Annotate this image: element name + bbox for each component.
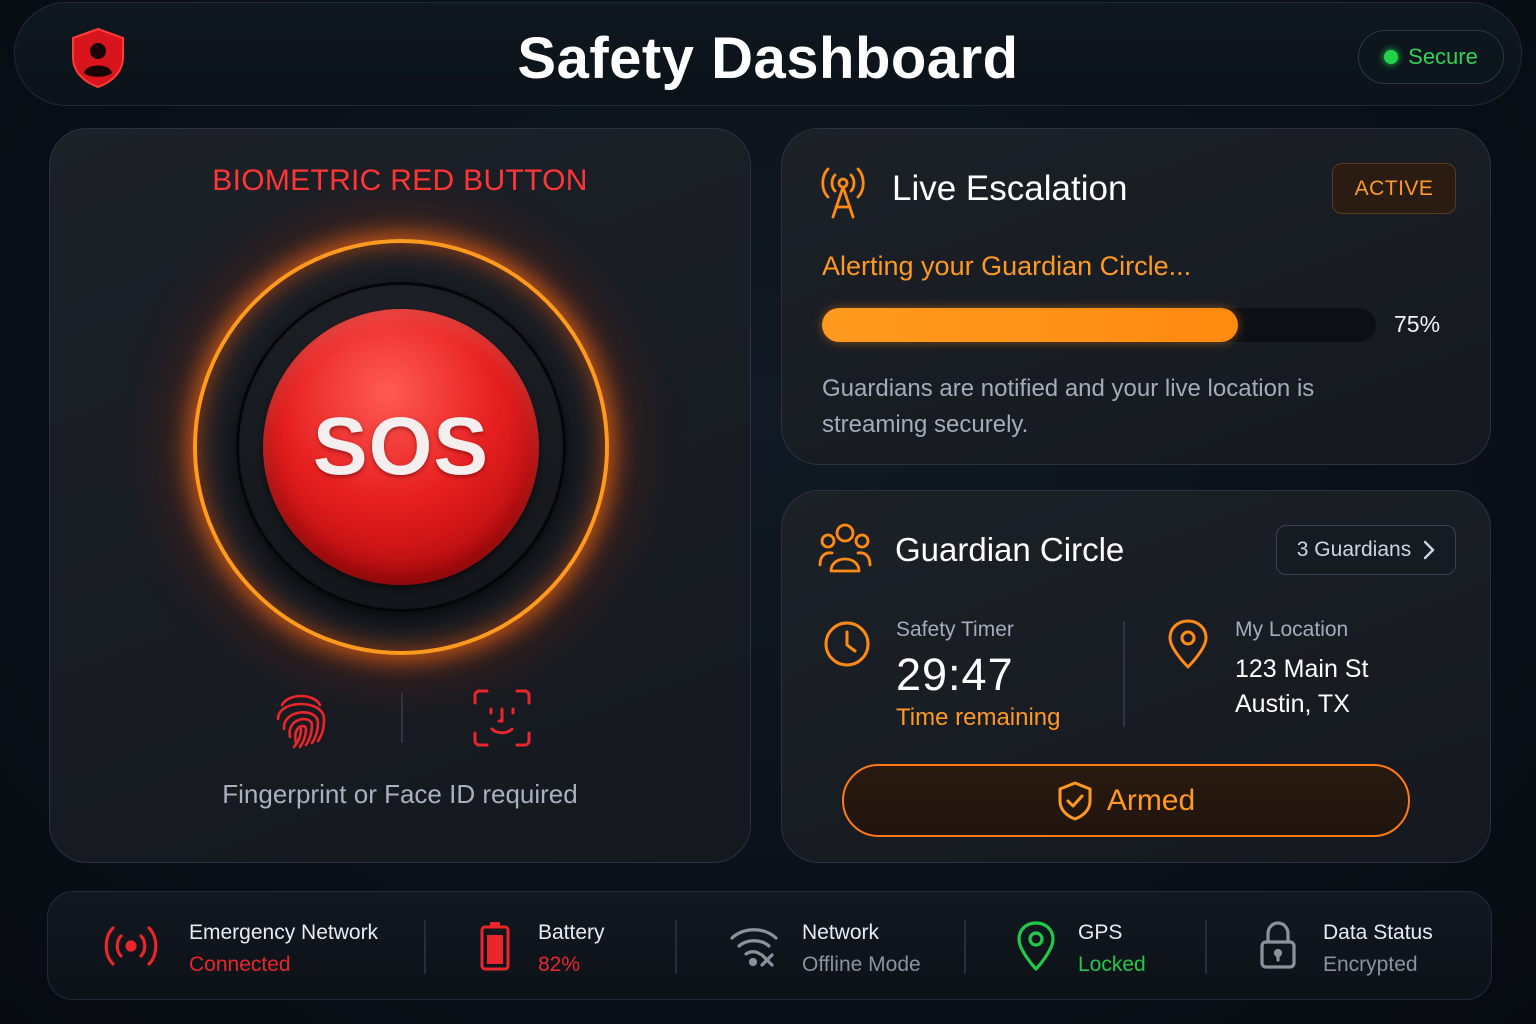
biometric-caption: Fingerprint or Face ID required — [222, 779, 578, 809]
wifi-off-icon — [730, 928, 778, 967]
location-city: Austin, TX — [1235, 690, 1350, 718]
status-value: 82% — [538, 953, 581, 976]
secure-status-label: Secure — [1408, 44, 1478, 69]
lock-icon — [1260, 921, 1296, 969]
guardians-count-button[interactable]: 3 Guardians — [1276, 525, 1456, 575]
status-emergency-network: Emergency Network Connected — [48, 892, 426, 1001]
safety-timer-value: 29:47 — [896, 649, 1014, 700]
guardian-circle-card: Guardian Circle 3 Guardians Safety Timer… — [781, 490, 1491, 863]
sos-panel: BIOMETRIC RED BUTTON SOS Fingerprint or … — [49, 128, 751, 863]
group-icon — [818, 523, 872, 573]
escalation-alert-text: Alerting your Guardian Circle... — [822, 251, 1192, 281]
escalation-progress-label: 75% — [1394, 311, 1441, 337]
fingerprint-icon[interactable] — [270, 685, 332, 749]
battery-icon — [480, 922, 510, 971]
live-escalation-title: Live Escalation — [892, 169, 1128, 208]
status-label: Battery — [538, 921, 605, 944]
status-label: Network — [802, 921, 880, 944]
sos-button[interactable]: SOS — [263, 309, 539, 585]
secure-status-pill[interactable]: Secure — [1358, 30, 1504, 84]
status-dot-icon — [1384, 50, 1399, 64]
status-value: Offline Mode — [802, 953, 921, 976]
status-value: Encrypted — [1323, 953, 1418, 976]
safety-timer-label: Safety Timer — [896, 618, 1014, 641]
broadcast-tower-icon — [821, 167, 865, 219]
gps-pin-icon — [1017, 921, 1055, 971]
status-network: Network Offline Mode — [676, 892, 966, 1001]
broadcast-icon — [104, 926, 158, 966]
status-value: Connected — [189, 953, 291, 976]
armed-label: Armed — [1106, 783, 1196, 817]
guardians-count-label: 3 Guardians — [1296, 538, 1412, 561]
status-label: Data Status — [1323, 921, 1433, 944]
biometric-options — [50, 685, 750, 749]
clock-icon — [824, 621, 870, 667]
active-status-badge: ACTIVE — [1332, 163, 1456, 214]
status-value: Locked — [1078, 953, 1146, 976]
status-label: GPS — [1078, 921, 1123, 944]
location-street: 123 Main St — [1235, 655, 1369, 683]
status-battery: Battery 82% — [426, 892, 676, 1001]
status-label: Emergency Network — [189, 921, 379, 944]
my-location-label: My Location — [1235, 618, 1349, 641]
chevron-right-icon — [1424, 540, 1435, 560]
biometric-divider — [401, 693, 403, 743]
sos-panel-heading: BIOMETRIC RED BUTTON — [212, 164, 588, 197]
guardian-divider — [1123, 621, 1125, 727]
face-id-icon[interactable] — [471, 687, 533, 749]
live-escalation-card: Live Escalation ACTIVE Alerting your Gua… — [781, 128, 1491, 465]
escalation-description: Guardians are notified and your live loc… — [822, 375, 1315, 438]
shield-check-icon — [1058, 781, 1092, 820]
status-gps: GPS Locked — [966, 892, 1206, 1001]
armed-button[interactable]: Armed — [842, 764, 1410, 837]
escalation-progress-fill — [822, 308, 1238, 342]
safety-timer-caption: Time remaining — [896, 704, 1061, 731]
location-pin-icon — [1168, 619, 1208, 669]
top-header: Safety Dashboard Secure — [14, 2, 1522, 106]
page-title: Safety Dashboard — [517, 26, 1019, 91]
system-status-bar: Emergency Network Connected Battery 82% … — [47, 891, 1492, 1000]
escalation-progress-bar — [822, 308, 1376, 342]
guardian-circle-title: Guardian Circle — [895, 531, 1125, 568]
status-data: Data Status Encrypted — [1206, 892, 1491, 1001]
